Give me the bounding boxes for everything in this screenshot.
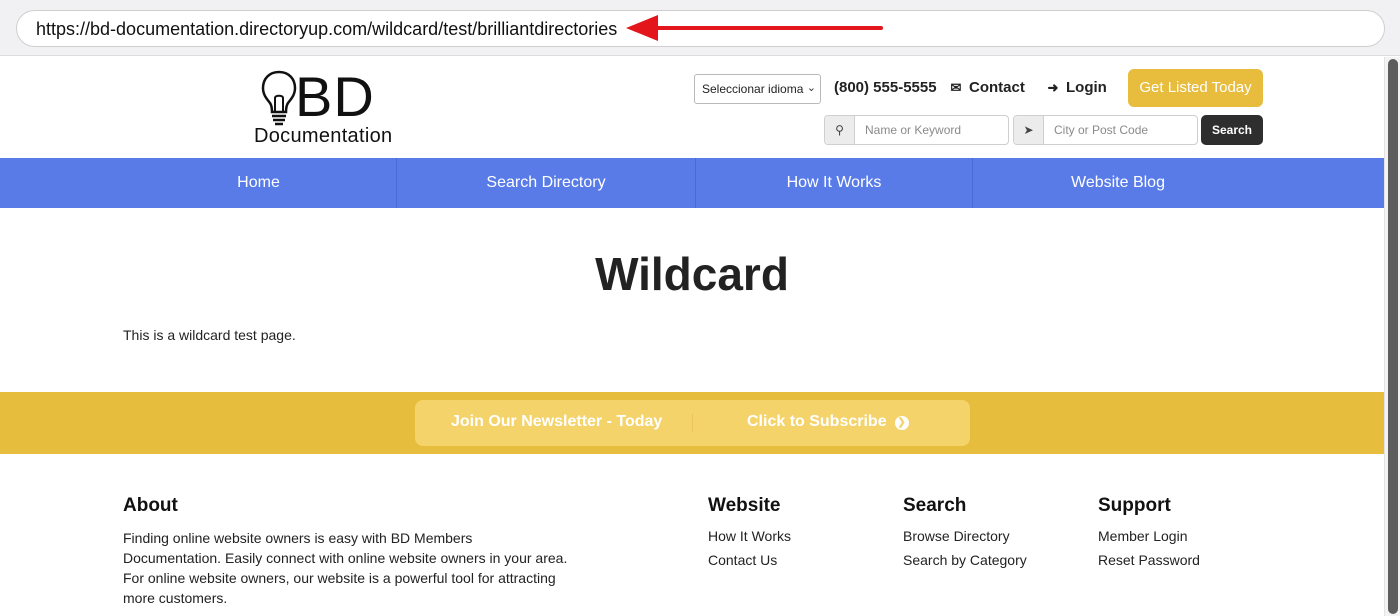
subscribe-link[interactable]: Click to Subscribe ❯ <box>747 413 909 431</box>
red-arrow-annotation <box>626 15 883 41</box>
newsletter-label: Join Our Newsletter - Today <box>451 413 663 430</box>
keyword-search-group: ⚲ Name or Keyword <box>824 115 1009 145</box>
footer-website-heading: Website <box>708 495 781 516</box>
sign-in-icon: ➜ <box>1047 80 1059 95</box>
page-body-text: This is a wildcard test page. <box>123 327 296 343</box>
scrollbar-thumb[interactable] <box>1388 59 1398 614</box>
search-button[interactable]: Search <box>1201 115 1263 145</box>
page-title: Wildcard <box>595 248 789 300</box>
address-url[interactable]: https://bd-documentation.directoryup.com… <box>36 19 617 40</box>
footer-link-contact-us[interactable]: Contact Us <box>708 552 777 568</box>
footer-about-heading: About <box>123 495 178 516</box>
site-logo[interactable]: BD Documentation <box>253 65 423 148</box>
footer-support-heading: Support <box>1098 495 1171 516</box>
vertical-scrollbar[interactable] <box>1384 57 1400 616</box>
login-label: Login <box>1066 79 1107 96</box>
newsletter-box[interactable]: Join Our Newsletter - Today Click to Sub… <box>415 400 970 446</box>
divider <box>692 414 693 432</box>
language-select-value: Seleccionar idioma <box>702 82 804 96</box>
phone-number[interactable]: (800) 555-5555 <box>834 79 937 96</box>
footer-link-reset-password[interactable]: Reset Password <box>1098 552 1200 568</box>
keyword-input[interactable]: Name or Keyword <box>865 123 961 137</box>
footer-link-how-it-works[interactable]: How It Works <box>708 528 791 544</box>
nav-item-how-it-works[interactable]: How It Works <box>696 158 973 208</box>
envelope-icon: ✉ <box>950 80 962 95</box>
language-select[interactable]: Seleccionar idioma ⌄ <box>694 74 821 104</box>
location-input[interactable]: City or Post Code <box>1054 123 1148 137</box>
location-arrow-icon[interactable]: ➤ <box>1014 116 1044 144</box>
nav-item-home[interactable]: Home <box>121 158 397 208</box>
lightbulb-icon <box>261 70 297 126</box>
get-listed-button[interactable]: Get Listed Today <box>1128 69 1263 107</box>
footer-link-search-by-category[interactable]: Search by Category <box>903 552 1027 568</box>
nav-item-website-blog[interactable]: Website Blog <box>973 158 1263 208</box>
location-search-group: ➤ City or Post Code <box>1013 115 1198 145</box>
footer-link-member-login[interactable]: Member Login <box>1098 528 1188 544</box>
contact-label: Contact <box>969 79 1025 96</box>
chevron-down-icon: ⌄ <box>803 81 816 94</box>
newsletter-band: Join Our Newsletter - Today Click to Sub… <box>0 392 1384 454</box>
contact-link[interactable]: ✉ Contact <box>948 79 1025 96</box>
logo-subtitle: Documentation <box>254 125 393 147</box>
footer-about-text: Finding online website owners is easy wi… <box>123 530 568 606</box>
login-link[interactable]: ➜ Login <box>1045 79 1107 96</box>
web-page: BD Documentation Seleccionar idioma ⌄ (8… <box>0 57 1384 616</box>
logo-wordmark: BD <box>295 65 375 128</box>
footer-search-heading: Search <box>903 495 967 516</box>
search-icon: ⚲ <box>825 116 855 144</box>
footer-link-browse-directory[interactable]: Browse Directory <box>903 528 1010 544</box>
subscribe-label: Click to Subscribe <box>747 413 887 430</box>
browser-toolbar: https://bd-documentation.directoryup.com… <box>0 0 1400 56</box>
chevron-circle-right-icon: ❯ <box>894 416 909 430</box>
main-nav: Home Search Directory How It Works Websi… <box>0 158 1384 208</box>
nav-item-search-directory[interactable]: Search Directory <box>397 158 696 208</box>
